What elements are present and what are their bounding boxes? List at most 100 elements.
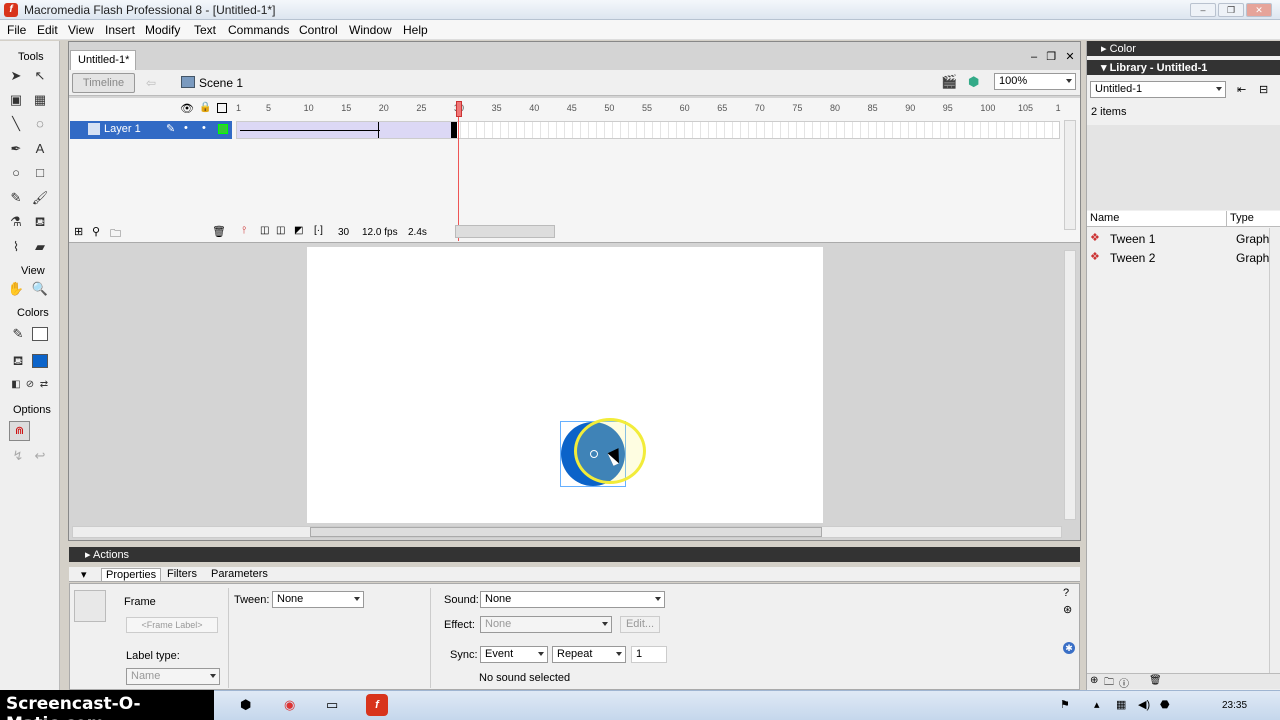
close-window-button[interactable]: ✕ <box>1246 3 1272 17</box>
outline-color-icon[interactable] <box>218 124 228 134</box>
stage-hscroll-thumb[interactable] <box>310 527 822 537</box>
doc-close-icon[interactable]: ✕ <box>1065 51 1074 63</box>
tab-properties[interactable]: Properties <box>101 568 162 581</box>
outline-icon[interactable] <box>217 103 227 113</box>
pin-library-icon[interactable]: ⇤ <box>1237 83 1246 96</box>
swap-colors-icon[interactable]: ⇄ <box>34 375 54 395</box>
menu-help[interactable]: Help <box>403 23 428 37</box>
stage-vscroll[interactable] <box>1064 250 1076 520</box>
add-motion-guide-icon[interactable]: ⚲ <box>92 225 100 238</box>
text-tool-icon[interactable]: A <box>30 139 50 159</box>
library-document-select[interactable]: Untitled-1 <box>1090 81 1226 98</box>
timeline-vscroll[interactable] <box>1064 120 1076 230</box>
library-item[interactable]: ❖ Tween 1 Graph <box>1087 229 1269 248</box>
menu-edit[interactable]: Edit <box>37 23 58 37</box>
brush-tool-icon[interactable]: 🖌 <box>30 188 50 208</box>
insert-layer-icon[interactable]: ⊞ <box>74 225 83 238</box>
timeline-toggle-button[interactable]: Timeline <box>72 73 135 93</box>
visibility-dot-icon[interactable]: • <box>184 122 188 134</box>
sound-select[interactable]: None <box>480 591 665 608</box>
tray-volume-icon[interactable]: ◀) <box>1138 698 1150 711</box>
onion-skin-icon[interactable]: ◫ <box>260 225 269 236</box>
fill-color-icon[interactable]: ⛾ <box>8 351 28 371</box>
stroke-color-swatch[interactable] <box>32 327 48 341</box>
properties-icon[interactable]: ⓘ <box>1119 675 1129 690</box>
chrome-icon[interactable]: ◉ <box>284 697 295 713</box>
frame-label-input[interactable]: <Frame Label> <box>126 617 218 633</box>
fill-color-swatch[interactable] <box>32 354 48 368</box>
new-library-panel-icon[interactable]: ⊟ <box>1259 83 1268 96</box>
minimize-button[interactable]: – <box>1190 3 1216 17</box>
zoom-tool-icon[interactable]: 🔍 <box>30 279 50 299</box>
help-icon[interactable]: ? <box>1063 587 1069 599</box>
eraser-tool-icon[interactable]: ▰ <box>30 237 50 257</box>
document-tab[interactable]: Untitled-1* <box>70 50 136 70</box>
doc-minimize-icon[interactable]: – <box>1031 51 1037 63</box>
sync-select[interactable]: Event <box>480 646 548 663</box>
insert-folder-icon[interactable]: 🗀 <box>110 225 121 244</box>
menu-commands[interactable]: Commands <box>228 23 289 37</box>
tray-network-icon[interactable]: ▦ <box>1116 698 1126 711</box>
doc-restore-icon[interactable]: ❐ <box>1046 51 1056 63</box>
pencil-tool-icon[interactable]: ✎ <box>6 188 26 208</box>
column-type[interactable]: Type <box>1230 212 1254 224</box>
subselection-tool-icon[interactable]: ↖ <box>30 66 50 86</box>
edit-scene-icon[interactable]: 🎬 <box>941 74 957 90</box>
oval-tool-icon[interactable]: ○ <box>6 163 26 183</box>
color-panel-bar[interactable]: ▸ Color <box>1087 41 1280 56</box>
modify-onion-markers-icon[interactable]: [·] <box>314 225 323 236</box>
new-symbol-icon[interactable]: ⊕ <box>1090 675 1098 686</box>
tab-parameters[interactable]: Parameters <box>211 568 268 580</box>
clock[interactable]: 23:35 <box>1222 700 1247 711</box>
eyedropper-tool-icon[interactable]: ⌇ <box>6 237 26 257</box>
paint-bucket-tool-icon[interactable]: ⛾ <box>30 212 50 232</box>
ink-bottle-tool-icon[interactable]: ⚗ <box>6 212 26 232</box>
show-hide-eye-icon[interactable]: 👁 <box>180 102 194 115</box>
tray-flag-icon[interactable]: ⚑ <box>1060 698 1070 711</box>
tab-filters[interactable]: Filters <box>167 568 197 580</box>
menu-insert[interactable]: Insert <box>105 23 135 37</box>
taskbar-app-icon-1[interactable]: ⬢ <box>240 697 251 713</box>
repeat-count-input[interactable]: 1 <box>631 646 667 663</box>
flash-taskbar-icon[interactable]: f <box>366 694 388 716</box>
timeline-hscroll[interactable] <box>455 225 555 238</box>
accessibility-icon[interactable]: ✱ <box>1063 642 1075 654</box>
stroke-color-icon[interactable]: ✎ <box>8 324 28 344</box>
tween-select[interactable]: None <box>272 591 364 608</box>
free-transform-tool-icon[interactable]: ▣ <box>6 90 26 110</box>
taskbar-app-icon-3[interactable]: ▭ <box>326 697 338 713</box>
lasso-tool-icon[interactable]: ◌ <box>30 114 50 134</box>
column-name[interactable]: Name <box>1090 212 1119 224</box>
onion-outlines-icon[interactable]: ◫ <box>276 225 285 236</box>
library-panel-bar[interactable]: ▾ Library - Untitled-1 <box>1087 60 1280 75</box>
collapse-arrow-icon[interactable]: ▾ <box>81 568 87 581</box>
line-tool-icon[interactable]: ╲ <box>6 114 26 134</box>
edit-multiple-frames-icon[interactable]: ◩ <box>294 225 303 236</box>
delete-layer-icon[interactable]: 🗑 <box>212 225 226 238</box>
selection-tool-icon[interactable]: ➤ <box>6 66 26 86</box>
menu-window[interactable]: Window <box>349 23 392 37</box>
rectangle-tool-icon[interactable]: □ <box>30 163 50 183</box>
pen-tool-icon[interactable]: ✒ <box>6 139 26 159</box>
menu-text[interactable]: Text <box>194 23 216 37</box>
playhead[interactable] <box>456 101 462 117</box>
lock-icon[interactable]: 🔒 <box>199 102 211 113</box>
menu-file[interactable]: File <box>7 23 26 37</box>
options-icon[interactable]: ⊛ <box>1063 603 1072 616</box>
menu-modify[interactable]: Modify <box>145 23 180 37</box>
center-frame-icon[interactable]: ⫯ <box>242 225 246 236</box>
snap-to-objects-icon[interactable]: ⋒ <box>9 421 30 441</box>
maximize-button[interactable]: ❐ <box>1218 3 1244 17</box>
actions-panel-bar[interactable]: ▸ Actions <box>69 547 1080 562</box>
edit-symbols-icon[interactable]: ⬢ <box>968 74 979 90</box>
library-item[interactable]: ❖ Tween 2 Graph <box>1087 248 1269 267</box>
lock-dot-icon[interactable]: • <box>202 122 206 134</box>
repeat-select[interactable]: Repeat <box>552 646 626 663</box>
menu-control[interactable]: Control <box>299 23 338 37</box>
menu-view[interactable]: View <box>68 23 94 37</box>
fill-transform-tool-icon[interactable]: ▦ <box>30 90 50 110</box>
tray-expand-icon[interactable]: ▴ <box>1094 698 1100 711</box>
zoom-select[interactable]: 100% <box>994 73 1076 90</box>
hand-tool-icon[interactable]: ✋ <box>6 279 26 299</box>
library-vscroll[interactable] <box>1269 228 1280 678</box>
